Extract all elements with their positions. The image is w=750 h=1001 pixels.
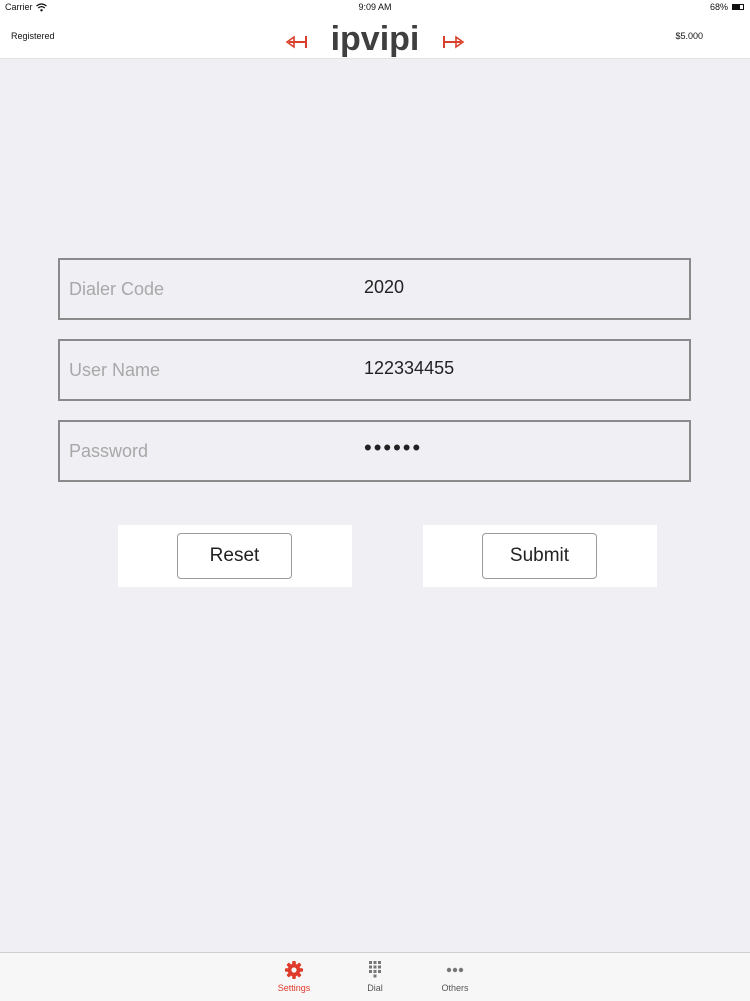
password-value[interactable]: •••••• (364, 435, 422, 461)
status-right: 68% (710, 2, 744, 12)
ipvipi-logo: ipvipi (285, 20, 465, 58)
gear-icon (285, 961, 303, 979)
password-label: Password (69, 441, 149, 461)
dialer-code-label: Dialer Code (69, 279, 165, 299)
logo-wordmark: ipvipi (331, 20, 420, 58)
tab-bar: Settings Dial Others (0, 952, 750, 1001)
dialer-code-field[interactable]: Dialer Code 2020 (58, 258, 691, 320)
dialer-code-value[interactable]: 2020 (364, 277, 404, 298)
reset-button[interactable]: Reset (177, 533, 292, 579)
user-name-value[interactable]: 122334455 (364, 358, 454, 379)
battery-percent: 68% (709, 2, 728, 12)
tab-dial-label: Dial (367, 983, 383, 993)
registration-status: Registered (11, 31, 55, 41)
tab-settings[interactable]: Settings (264, 953, 324, 1001)
status-time: 9:09 AM (358, 2, 392, 12)
tab-settings-label: Settings (277, 983, 311, 993)
user-name-field[interactable]: User Name 122334455 (58, 339, 691, 401)
submit-button-panel: Submit (423, 525, 657, 587)
reset-button-panel: Reset (118, 525, 352, 587)
tab-dial[interactable]: Dial (345, 953, 405, 1001)
app-header: Registered ipvipi $5.000 (0, 16, 750, 59)
account-balance: $5.000 (675, 31, 703, 41)
status-bar: Carrier 9:09 AM 68% (0, 0, 750, 16)
password-field[interactable]: Password •••••• (58, 420, 691, 482)
submit-button[interactable]: Submit (482, 533, 597, 579)
battery-icon (732, 4, 744, 10)
more-icon (446, 967, 464, 973)
keypad-icon (369, 961, 381, 978)
tab-others[interactable]: Others (425, 953, 485, 1001)
user-name-label: User Name (69, 360, 161, 380)
tab-others-label: Others (441, 983, 469, 993)
battery-level-fill (733, 5, 740, 9)
